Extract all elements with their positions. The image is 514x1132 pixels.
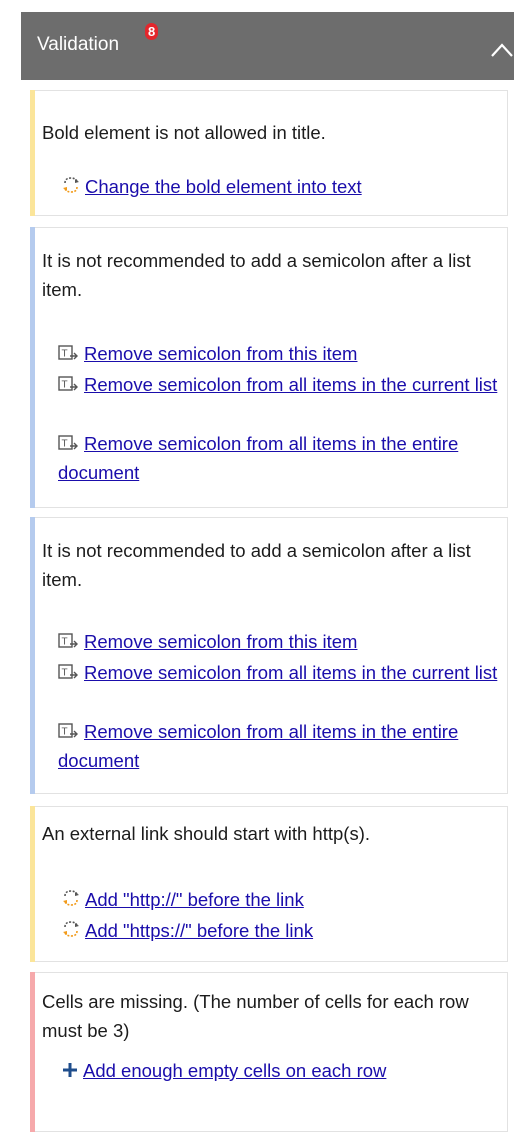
fix-link-label[interactable]: Add enough empty cells on each row: [83, 1060, 386, 1081]
fix-link-add-empty-cells[interactable]: Add enough empty cells on each row: [61, 1056, 501, 1085]
fix-link-remove-semicolon-item[interactable]: T Remove semicolon from this item: [58, 339, 498, 368]
convert-icon: [63, 921, 79, 937]
validation-message: An external link should start with http(…: [42, 823, 371, 844]
fix-link-label[interactable]: Add "http://" before the link: [85, 889, 304, 910]
fix-link-remove-semicolon-document[interactable]: T Remove semicolon from all items in the…: [58, 717, 498, 775]
fix-link-label[interactable]: Remove semicolon from this item: [84, 631, 357, 652]
validation-card-semicolon-2: It is not recommended to add a semicolon…: [30, 517, 508, 794]
validation-message: Cells are missing. (The number of cells …: [42, 991, 469, 1041]
validation-panel-header[interactable]: Validation 8: [21, 12, 514, 80]
fix-link-label[interactable]: Remove semicolon from all items in the c…: [84, 374, 497, 395]
fix-link-label[interactable]: Remove semicolon from this item: [84, 343, 357, 364]
fix-link-label[interactable]: Remove semicolon from all items in the e…: [58, 721, 458, 771]
text-fix-icon: T: [58, 345, 78, 360]
validation-message: It is not recommended to add a semicolon…: [42, 540, 471, 590]
svg-text:T: T: [62, 668, 68, 679]
fix-link-label[interactable]: Remove semicolon from all items in the e…: [58, 433, 458, 483]
convert-icon: [63, 890, 79, 906]
fix-link-change-bold[interactable]: Change the bold element into text: [61, 172, 501, 201]
panel-title: Validation: [37, 34, 120, 55]
validation-message: It is not recommended to add a semicolon…: [42, 250, 471, 300]
svg-text:T: T: [62, 439, 68, 450]
validation-card-external-link: An external link should start with http(…: [30, 806, 508, 962]
validation-message: Bold element is not allowed in title.: [42, 122, 326, 143]
plus-icon: [63, 1063, 77, 1077]
validation-card-semicolon-1: It is not recommended to add a semicolon…: [30, 227, 508, 508]
chevron-up-icon[interactable]: [490, 40, 514, 60]
fix-link-remove-semicolon-list[interactable]: T Remove semicolon from all items in the…: [58, 658, 498, 687]
text-fix-icon: T: [58, 435, 78, 450]
svg-text:T: T: [62, 380, 68, 391]
text-fix-icon: T: [58, 376, 78, 391]
validation-card-missing-cells: Cells are missing. (The number of cells …: [30, 972, 508, 1132]
validation-card-bold-title: Bold element is not allowed in title. Ch…: [30, 90, 508, 216]
svg-text:T: T: [62, 637, 68, 648]
fix-link-label[interactable]: Add "https://" before the link: [85, 920, 313, 941]
issue-count-badge: 8: [145, 23, 159, 40]
fix-link-add-http[interactable]: Add "http://" before the link: [61, 885, 501, 914]
svg-text:T: T: [62, 727, 68, 738]
fix-link-label[interactable]: Change the bold element into text: [85, 176, 362, 197]
convert-icon: [63, 177, 79, 193]
svg-text:T: T: [62, 349, 68, 360]
fix-link-remove-semicolon-item[interactable]: T Remove semicolon from this item: [58, 627, 498, 656]
text-fix-icon: T: [58, 664, 78, 679]
fix-link-add-https[interactable]: Add "https://" before the link: [61, 916, 501, 945]
fix-link-remove-semicolon-document[interactable]: T Remove semicolon from all items in the…: [58, 429, 498, 487]
text-fix-icon: T: [58, 723, 78, 738]
text-fix-icon: T: [58, 633, 78, 648]
fix-link-remove-semicolon-list[interactable]: T Remove semicolon from all items in the…: [58, 370, 498, 399]
fix-link-label[interactable]: Remove semicolon from all items in the c…: [84, 662, 497, 683]
